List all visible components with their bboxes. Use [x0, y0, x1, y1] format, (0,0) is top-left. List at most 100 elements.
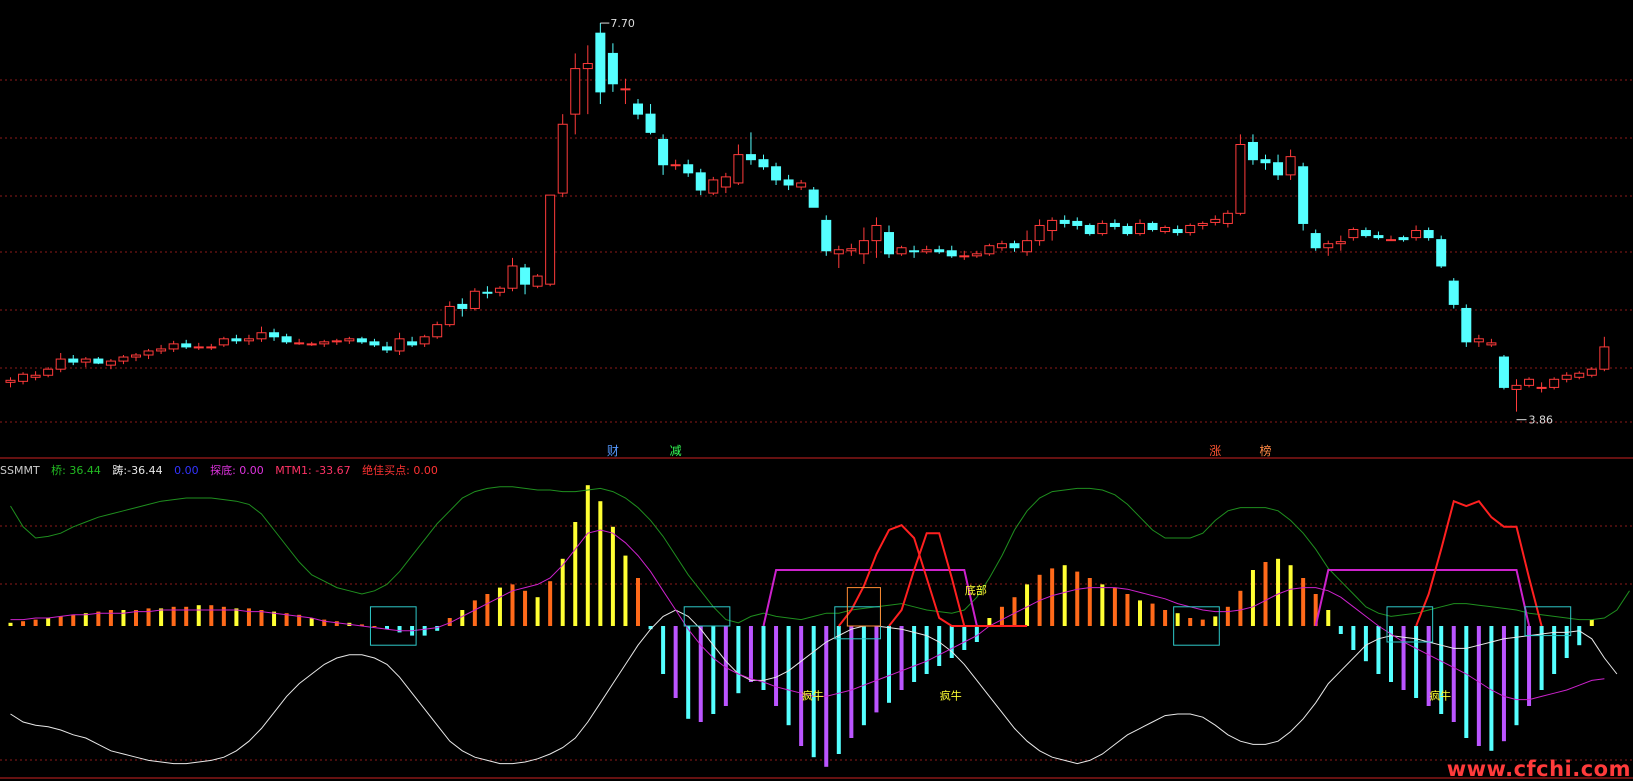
- candle-body: [545, 194, 556, 285]
- candle-body: [5, 379, 16, 383]
- candlestick-series[interactable]: [5, 23, 1610, 412]
- histogram-bar: [234, 608, 239, 626]
- histogram-bar: [472, 600, 477, 626]
- candle-body: [1411, 230, 1422, 239]
- candle-body: [294, 342, 305, 345]
- candle-body: [645, 113, 656, 133]
- candle-body: [532, 275, 543, 287]
- candle-body: [720, 176, 731, 188]
- histogram-bar: [1288, 565, 1293, 626]
- candle-body: [1097, 222, 1108, 235]
- candle-body: [30, 374, 41, 378]
- histogram-bar: [887, 626, 891, 703]
- histogram-bar: [924, 626, 929, 674]
- indicator-annotation: 疯牛: [802, 689, 824, 703]
- indicator-title: SSMMT: [0, 464, 40, 477]
- histogram-bar: [748, 626, 753, 682]
- candle-body: [1348, 229, 1359, 239]
- legend-value: 0.00: [174, 464, 199, 477]
- candle-body: [570, 68, 581, 115]
- candle-body: [281, 336, 292, 343]
- histogram-bar: [196, 605, 201, 626]
- candle-body: [18, 373, 29, 382]
- histogram-bar: [786, 626, 791, 726]
- histogram-bar: [623, 555, 628, 626]
- candle-body: [507, 265, 518, 289]
- candle-body: [1398, 237, 1409, 241]
- event-marker[interactable]: 财: [607, 444, 619, 458]
- candle-body: [1511, 384, 1522, 390]
- histogram-bar: [598, 501, 603, 626]
- histogram-bar: [661, 626, 666, 674]
- candle-body: [432, 324, 443, 338]
- candle-body: [168, 343, 179, 350]
- histogram-bar: [309, 618, 314, 626]
- event-marker[interactable]: 涨: [1209, 443, 1221, 458]
- candle-body: [407, 341, 418, 346]
- histogram-bar: [209, 605, 214, 626]
- histogram-bar: [912, 626, 917, 682]
- indicator-series[interactable]: [8, 485, 1630, 767]
- histogram-bar: [1414, 626, 1419, 698]
- event-marker[interactable]: 减: [670, 444, 682, 458]
- candle-body: [1122, 225, 1133, 235]
- candle-body: [181, 343, 192, 348]
- histogram-bar: [1263, 562, 1268, 626]
- candle-body: [319, 341, 330, 345]
- event-markers[interactable]: 财减涨榜: [607, 443, 1272, 458]
- histogram-bar: [422, 626, 427, 636]
- candle-body: [218, 338, 229, 346]
- candle-body: [909, 250, 920, 253]
- histogram-bar: [962, 626, 967, 650]
- candle-body: [356, 338, 367, 343]
- candle-body: [1210, 218, 1221, 223]
- histogram-bar: [861, 626, 866, 726]
- candle-body: [494, 287, 505, 293]
- candle-body: [1260, 159, 1271, 164]
- candle-body: [193, 346, 204, 349]
- candle-body: [243, 338, 254, 342]
- legend-value: 0.00: [239, 464, 264, 477]
- event-marker[interactable]: 榜: [1260, 443, 1272, 458]
- histogram-bar: [1301, 578, 1306, 626]
- candle-body: [1423, 230, 1434, 239]
- histogram-bar: [610, 526, 615, 626]
- candle-body: [1185, 224, 1196, 234]
- candle-body: [1473, 338, 1484, 343]
- candle-body: [457, 303, 468, 309]
- candle-body: [633, 103, 643, 115]
- histogram-bar: [1125, 594, 1130, 626]
- candle-body: [1235, 144, 1246, 214]
- candle-body: [131, 354, 141, 358]
- histogram-bar: [1501, 626, 1506, 742]
- candle-body: [771, 166, 782, 181]
- legend-field-bridge: 桥: 36.44: [51, 464, 101, 477]
- histogram-bar: [573, 522, 578, 626]
- signal-box: [1524, 606, 1572, 637]
- candle-body: [896, 247, 907, 255]
- histogram-bar: [1451, 626, 1456, 722]
- histogram-bar: [1075, 571, 1080, 626]
- histogram-bar: [46, 618, 51, 626]
- candle-body: [1574, 372, 1585, 378]
- legend-field-hesitate: 踌:-36.44: [112, 464, 162, 477]
- stock-chart[interactable]: 7.70 3.86 财 减 涨 榜 疯牛 疯牛 底部疯牛: [0, 0, 1633, 781]
- histogram-bar: [836, 626, 841, 754]
- candle-body: [745, 154, 756, 161]
- high-price-label: 7.70: [610, 17, 635, 30]
- candle-body: [733, 154, 744, 184]
- candle-body: [93, 358, 104, 364]
- candle-body: [1373, 235, 1384, 239]
- candle-body: [996, 243, 1007, 249]
- candle-body: [1247, 141, 1258, 161]
- candle-body: [821, 219, 832, 252]
- candle-body: [143, 350, 154, 356]
- histogram-bar: [8, 622, 13, 626]
- histogram-bar: [1025, 584, 1030, 626]
- candle-body: [1009, 243, 1020, 249]
- candle-body: [55, 358, 66, 370]
- histogram-bar: [999, 606, 1004, 626]
- candle-body: [1461, 307, 1472, 343]
- candle-body: [582, 63, 593, 70]
- histogram-bar: [1050, 568, 1055, 626]
